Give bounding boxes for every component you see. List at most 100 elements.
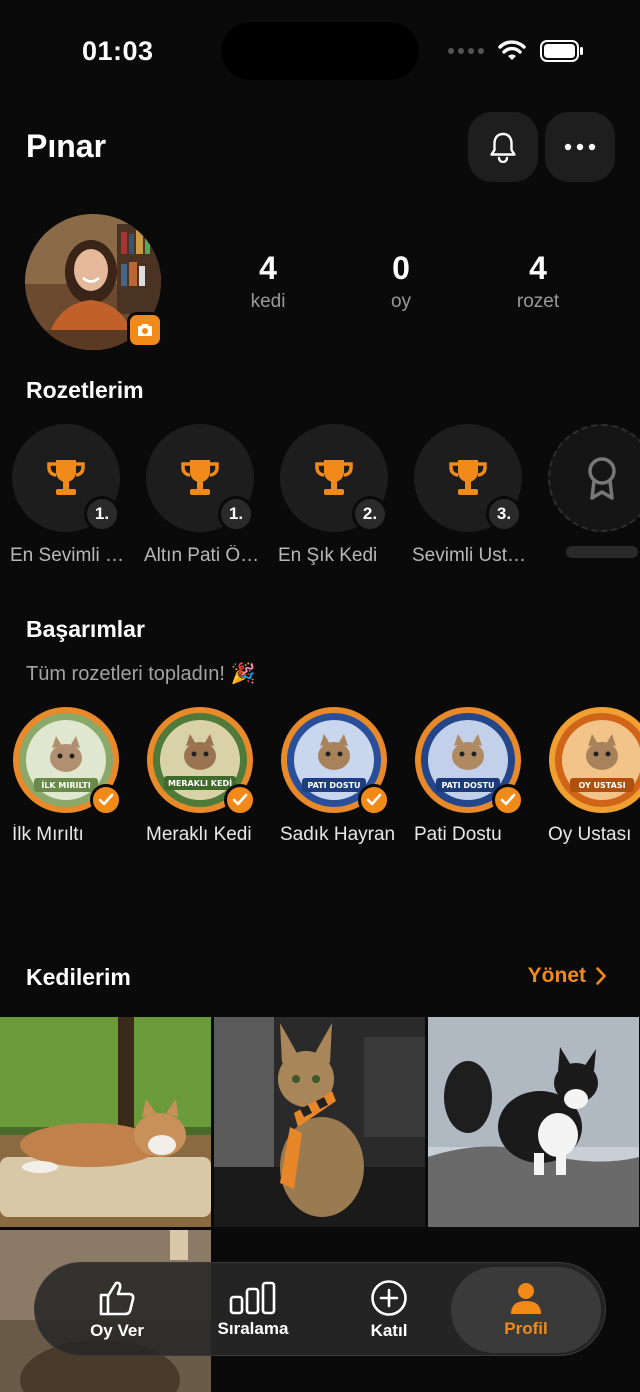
checkmark-icon (98, 793, 114, 806)
trophy-icon (449, 460, 487, 495)
achievements-subtitle: Tüm rozetleri topladın! 🎉 (26, 663, 256, 685)
achievements-row[interactable]: İLK MIRILTI İlk Mırıltı MERAKLI KEDİ Mer… (12, 706, 640, 856)
trophy-icon (315, 460, 353, 495)
status-icons (448, 40, 584, 62)
trophy-icon (181, 460, 219, 495)
achievement-medal: PATI DOSTU (280, 706, 390, 816)
manage-label: Yönet (527, 964, 586, 987)
badge-item-locked[interactable] (548, 424, 640, 558)
plus-circle-icon (371, 1280, 407, 1316)
tab-label: Sıralama (217, 1319, 289, 1338)
dynamic-island (221, 22, 419, 80)
thumbs-up-icon (99, 1281, 135, 1316)
badge-item[interactable]: 1. En Sevimli Kedi (10, 424, 128, 567)
completed-check (90, 784, 122, 816)
bar-chart-icon (229, 1281, 276, 1315)
stat-badges[interactable]: 4 rozet (478, 250, 598, 313)
achievement-item[interactable]: PATI DOSTU Pati Dostu (414, 706, 524, 846)
rank-badge: 1. (218, 496, 254, 532)
completed-check (224, 784, 256, 816)
cat-photo[interactable] (428, 1017, 639, 1227)
profile-stats: 4 kedi 0 oy 4 rozet (200, 250, 610, 330)
tab-profile[interactable]: Profil (451, 1267, 601, 1353)
camera-icon (138, 324, 152, 336)
medal-text: OY USTASI (578, 781, 625, 790)
achievement-item[interactable]: OY USTASI Oy Ustası (548, 706, 640, 846)
wifi-icon (498, 40, 526, 60)
cat-photo[interactable] (0, 1017, 211, 1227)
person-icon (511, 1283, 541, 1314)
achievement-label: İlk Mırıltı (12, 824, 84, 845)
more-options-button[interactable] (545, 112, 615, 182)
status-time: 01:03 (82, 36, 154, 66)
achievement-label: Meraklı Kedi (146, 824, 252, 845)
stat-label: rozet (516, 291, 560, 312)
status-bar: 01:03 (0, 0, 640, 100)
medal-text: PATI DOSTU (307, 781, 360, 790)
tab-label: Profil (504, 1319, 548, 1338)
achievement-label: Sadık Hayran (280, 824, 396, 845)
achievement-item[interactable]: İLK MIRILTI İlk Mırıltı (12, 706, 122, 846)
tab-join[interactable]: Katıl (321, 1263, 457, 1357)
tab-bar: Oy Ver Sıralama Katıl Profil (34, 1262, 606, 1356)
cats-section-header: Kedilerim Yönet (0, 962, 640, 998)
badge-item[interactable]: 3. Sevimli Ustası (412, 424, 530, 567)
bell-icon (490, 132, 516, 163)
tab-leaderboard[interactable]: Sıralama (185, 1263, 321, 1357)
rank-badge: 3. (486, 496, 522, 532)
stat-label: oy (390, 291, 412, 312)
achievement-medal: İLK MIRILTI (12, 706, 122, 816)
badge-circle: 1. (12, 424, 120, 532)
badge-circle: 1. (146, 424, 254, 532)
medal-text: PATI DOSTU (441, 781, 494, 790)
more-dots-icon (564, 143, 596, 151)
tab-label: Oy Ver (90, 1321, 144, 1340)
stat-cats[interactable]: 4 kedi (208, 250, 328, 313)
badges-row[interactable]: 1. En Sevimli Kedi 1. Altın Pati Ödülü (10, 424, 640, 574)
notifications-button[interactable] (468, 112, 538, 182)
achievement-medal: OY USTASI (548, 706, 640, 814)
tab-vote[interactable]: Oy Ver (49, 1263, 185, 1357)
medal-text: İLK MIRILTI (41, 780, 90, 790)
chevron-right-icon (596, 967, 606, 985)
achievement-medal: MERAKLI KEDİ (146, 706, 256, 816)
trophy-icon (47, 460, 85, 495)
completed-check (492, 784, 524, 816)
cellular-signal-icon (448, 48, 484, 54)
page-title: Pınar (26, 128, 107, 164)
medal-text: MERAKLI KEDİ (168, 778, 232, 788)
badge-label: Altın Pati Ödülü (144, 545, 262, 566)
badge-circle (548, 424, 640, 532)
checkmark-icon (500, 793, 516, 806)
badge-item[interactable]: 2. En Şık Kedi (278, 424, 390, 567)
manage-cats-link[interactable]: Yönet (528, 964, 606, 988)
badge-label-placeholder (566, 546, 638, 558)
badges-section-title: Rozetlerim (26, 377, 144, 403)
badge-label: En Şık Kedi (278, 545, 378, 566)
stat-votes[interactable]: 0 oy (341, 250, 461, 313)
stat-value: 4 (259, 250, 277, 286)
stat-value: 4 (529, 250, 547, 286)
award-ribbon-icon (588, 457, 616, 500)
achievement-label: Oy Ustası (548, 824, 632, 845)
checkmark-icon (366, 793, 382, 806)
avatar-container[interactable] (25, 214, 163, 350)
achievement-item[interactable]: MERAKLI KEDİ Meraklı Kedi (146, 706, 256, 846)
tab-label: Katıl (370, 1321, 408, 1340)
badge-circle: 3. (414, 424, 522, 532)
change-photo-button[interactable] (127, 312, 163, 348)
cat-photo[interactable] (214, 1017, 425, 1227)
stat-label: kedi (250, 291, 286, 312)
badge-label: En Sevimli Kedi (10, 545, 128, 566)
badge-item[interactable]: 1. Altın Pati Ödülü (144, 424, 262, 567)
badge-circle: 2. (280, 424, 388, 532)
cats-section-title: Kedilerim (26, 964, 131, 990)
stat-value: 0 (392, 250, 410, 286)
completed-check (358, 784, 390, 816)
achievement-medal: PATI DOSTU (414, 706, 524, 816)
achievement-item[interactable]: PATI DOSTU Sadık Hayran (280, 706, 395, 846)
rank-badge: 2. (352, 496, 388, 532)
battery-icon (540, 40, 583, 62)
achievement-label: Pati Dostu (414, 824, 502, 845)
checkmark-icon (232, 793, 248, 806)
